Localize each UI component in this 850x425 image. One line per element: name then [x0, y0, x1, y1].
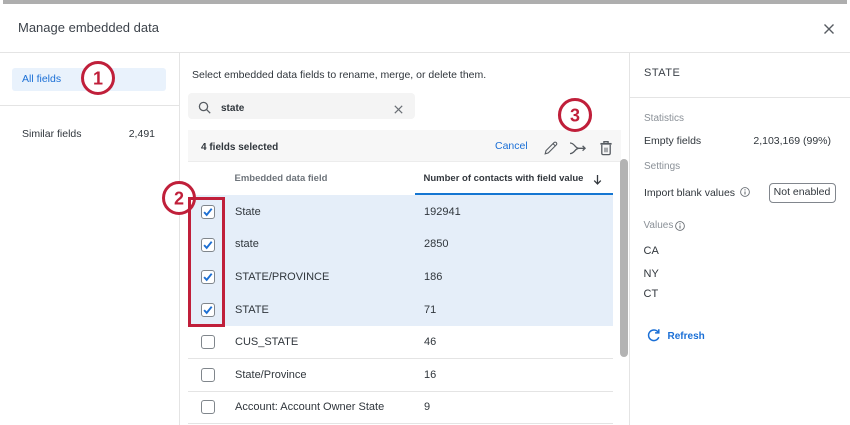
svg-text:3: 3 — [570, 106, 580, 126]
svg-text:2: 2 — [174, 189, 184, 209]
svg-text:1: 1 — [93, 69, 103, 89]
